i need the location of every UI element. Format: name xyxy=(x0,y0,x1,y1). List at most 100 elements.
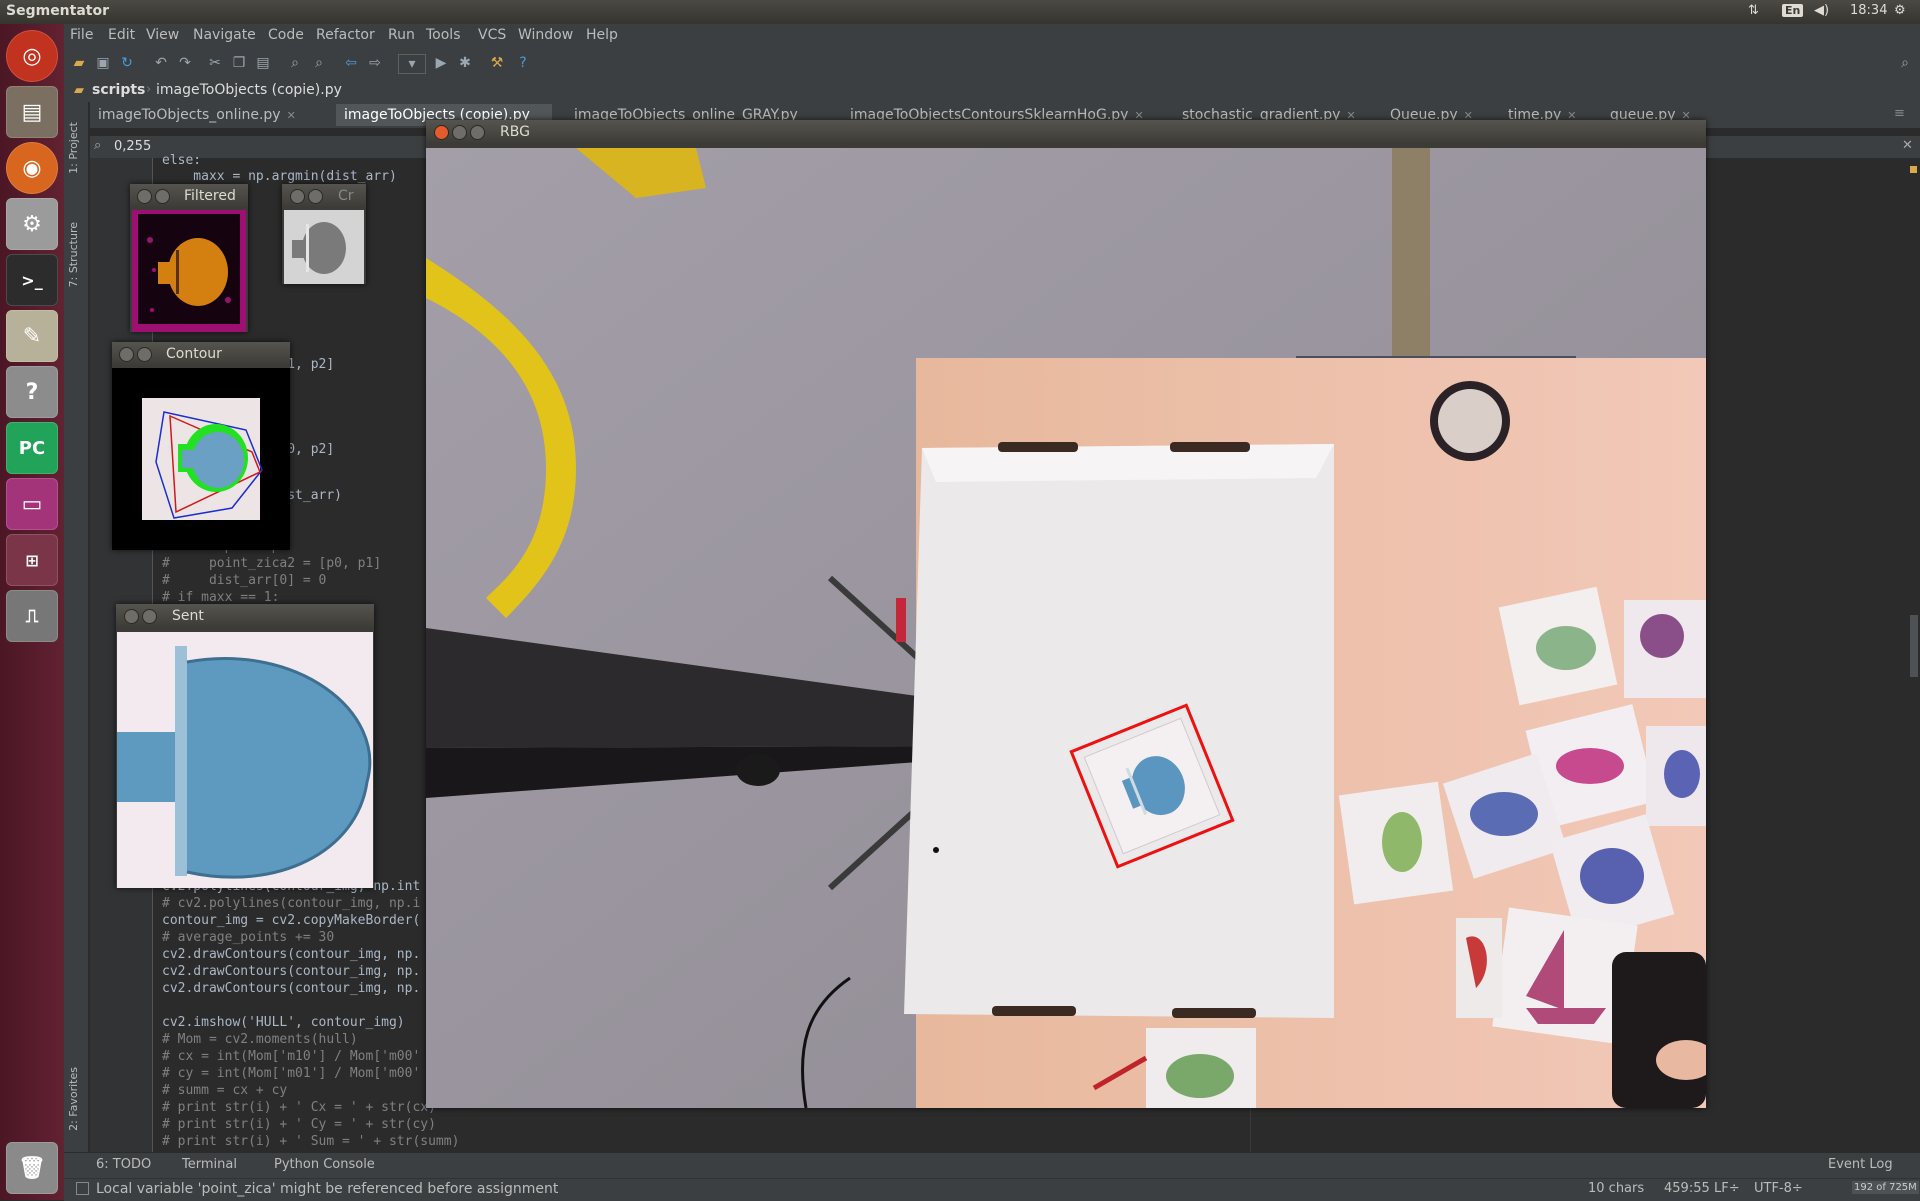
close-icon[interactable] xyxy=(137,189,152,204)
cut-icon[interactable]: ✂ xyxy=(206,54,224,72)
close-icon[interactable] xyxy=(124,609,139,624)
code-line: # print str(i) + ' Sum = ' + str(summ) xyxy=(162,1134,460,1149)
event-log-tool-button[interactable]: Event Log xyxy=(1828,1157,1893,1172)
breadcrumb-folder[interactable]: scripts xyxy=(92,82,145,98)
save-icon[interactable]: ▣ xyxy=(94,54,112,72)
rbg-window[interactable]: RBG xyxy=(426,120,1706,1108)
code-line: # summ = cx + cy xyxy=(162,1083,288,1098)
menu-view[interactable]: View xyxy=(146,27,179,43)
breadcrumb-file[interactable]: imageToObjects (copie).py xyxy=(156,82,342,98)
find-icon[interactable]: ⌕ xyxy=(286,54,304,72)
minimize-icon[interactable] xyxy=(142,609,157,624)
editor-scrollbar[interactable] xyxy=(1910,615,1918,677)
text-editor-icon[interactable]: ✎ xyxy=(6,310,58,362)
window-titlebar[interactable]: Cr xyxy=(282,184,366,208)
close-icon[interactable]: ✕ xyxy=(287,109,296,122)
structure-tool-button[interactable]: 7: Structure xyxy=(67,222,80,287)
app-icon[interactable]: ▭ xyxy=(6,478,58,530)
clock[interactable]: 18:34 xyxy=(1850,3,1887,18)
menu-code[interactable]: Code xyxy=(268,27,304,43)
dash-icon[interactable]: ◎ xyxy=(6,30,58,82)
python-console-tool-button[interactable]: Python Console xyxy=(274,1157,375,1172)
settings-icon[interactable]: ⚙ xyxy=(6,198,58,250)
filtered-window[interactable]: Filtered xyxy=(130,184,248,332)
tab-file[interactable]: imageToObjects_online.py ✕ xyxy=(90,104,318,126)
gear-icon[interactable]: ⚙ xyxy=(1894,3,1906,18)
menu-edit[interactable]: Edit xyxy=(108,27,135,43)
inspection-marker[interactable] xyxy=(1910,166,1917,173)
window-titlebar[interactable]: RBG xyxy=(426,120,1706,144)
replace-icon[interactable]: ⌕ xyxy=(310,54,328,72)
trash-icon[interactable]: 🗑 xyxy=(6,1142,58,1194)
window-titlebar[interactable]: Sent xyxy=(116,604,374,628)
menu-refactor[interactable]: Refactor xyxy=(316,27,375,43)
tab-overflow-icon[interactable]: ≡ xyxy=(1894,106,1905,121)
file-encoding[interactable]: UTF-8÷ xyxy=(1754,1181,1803,1196)
usb-icon[interactable]: ⎍ xyxy=(6,590,58,642)
breadcrumb-separator: › xyxy=(146,82,152,97)
menu-window[interactable]: Window xyxy=(518,27,573,43)
paste-icon[interactable]: ▤ xyxy=(254,54,272,72)
forward-icon[interactable]: ⇨ xyxy=(366,54,384,72)
project-tool-button[interactable]: 1: Project xyxy=(67,122,80,174)
status-checkbox[interactable] xyxy=(76,1182,89,1195)
files-icon[interactable]: ▤ xyxy=(6,86,58,138)
minimize-icon[interactable] xyxy=(452,125,467,140)
help-icon[interactable]: ? xyxy=(514,54,532,72)
window-title: RBG xyxy=(500,124,530,140)
firefox-icon[interactable]: ◉ xyxy=(6,142,58,194)
menu-navigate[interactable]: Navigate xyxy=(193,27,256,43)
caret-position[interactable]: 459:55 xyxy=(1664,1181,1710,1196)
volume-icon[interactable]: ◀) xyxy=(1814,3,1829,18)
pycharm-icon[interactable]: PC xyxy=(6,422,58,474)
minimize-icon[interactable] xyxy=(155,189,170,204)
unity-launcher: ◎ ▤ ◉ ⚙ >_ ✎ ? PC ▭ ⊞ ⎍ 🗑 xyxy=(0,24,65,1200)
close-icon[interactable] xyxy=(290,189,305,204)
keyboard-layout-indicator[interactable]: En xyxy=(1782,4,1804,17)
back-icon[interactable]: ⇦ xyxy=(342,54,360,72)
workspace-icon[interactable]: ⊞ xyxy=(6,534,58,586)
favorites-tool-button[interactable]: 2: Favorites xyxy=(67,1067,80,1131)
debug-icon[interactable]: ✱ xyxy=(456,54,474,72)
window-titlebar[interactable]: Contour xyxy=(112,342,290,366)
search-input[interactable]: 0,255 xyxy=(114,139,151,154)
terminal-icon[interactable]: >_ xyxy=(6,254,58,306)
redo-icon[interactable]: ↷ xyxy=(176,54,194,72)
code-line: # cv2.polylines(contour_img, np.i xyxy=(162,896,421,911)
close-icon[interactable] xyxy=(119,347,134,362)
sent-window[interactable]: Sent xyxy=(116,604,374,888)
cr-window[interactable]: Cr xyxy=(282,184,366,284)
close-icon[interactable]: ✕ xyxy=(1902,138,1913,153)
window-title: Filtered xyxy=(184,188,236,204)
terminal-tool-button[interactable]: Terminal xyxy=(182,1157,237,1172)
window-titlebar[interactable]: Filtered xyxy=(130,184,248,208)
network-icon[interactable]: ⇅ xyxy=(1748,3,1759,18)
menu-run[interactable]: Run xyxy=(388,27,415,43)
menu-file[interactable]: File xyxy=(70,27,93,43)
line-separator[interactable]: LF÷ xyxy=(1714,1181,1740,1196)
menu-tools[interactable]: Tools xyxy=(426,27,461,43)
window-title: Sent xyxy=(172,608,204,624)
menu-help[interactable]: Help xyxy=(586,27,618,43)
menu-vcs[interactable]: VCS xyxy=(478,27,506,43)
code-line: # dist_arr[0] = 0 xyxy=(162,573,327,588)
contour-window[interactable]: Contour xyxy=(112,342,290,550)
minimize-icon[interactable] xyxy=(308,189,323,204)
help-icon[interactable]: ? xyxy=(6,366,58,418)
minimize-icon[interactable] xyxy=(137,347,152,362)
code-line: # Mom = cv2.moments(hull) xyxy=(162,1032,358,1047)
copy-icon[interactable]: ❐ xyxy=(230,54,248,72)
todo-tool-button[interactable]: 6: TODO xyxy=(96,1157,151,1172)
close-icon[interactable] xyxy=(434,125,449,140)
run-icon[interactable]: ▶ xyxy=(432,54,450,72)
memory-indicator[interactable]: 192 of 725M xyxy=(1852,1181,1919,1194)
open-icon[interactable]: ▰ xyxy=(70,54,88,72)
run-config-dropdown[interactable]: ▾ xyxy=(398,54,426,74)
sync-icon[interactable]: ↻ xyxy=(118,54,136,72)
settings-icon[interactable]: ⚒ xyxy=(488,54,506,72)
search-everywhere-icon[interactable]: ⌕ xyxy=(1896,54,1914,72)
maximize-icon[interactable] xyxy=(470,125,485,140)
code-line: maxx = np.argmin(dist_arr) xyxy=(162,169,397,184)
undo-icon[interactable]: ↶ xyxy=(152,54,170,72)
cr-image xyxy=(284,210,364,284)
